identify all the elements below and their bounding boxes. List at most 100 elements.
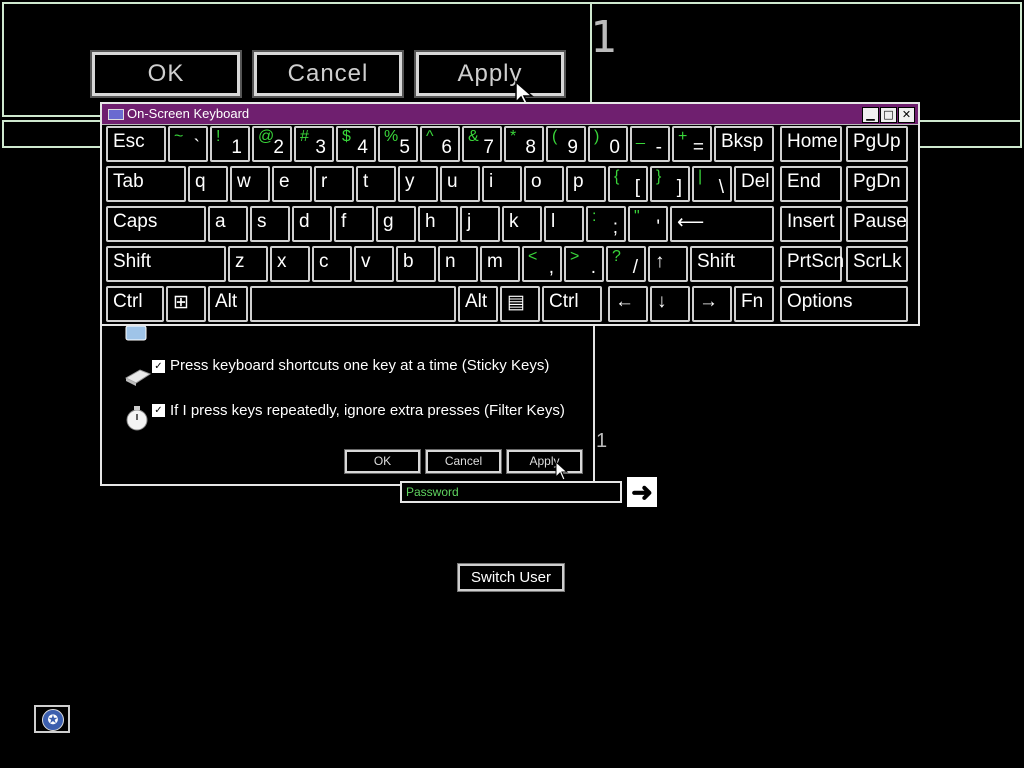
ok-button[interactable]: OK [344, 449, 421, 474]
key-label: ← [615, 291, 634, 312]
key-sym[interactable]: ↑ [648, 246, 688, 282]
key-i[interactable]: i [482, 166, 522, 202]
key-home[interactable]: Home [780, 126, 842, 162]
key-sym[interactable]: :; [586, 206, 626, 242]
key-shift[interactable]: Shift [690, 246, 774, 282]
key-6[interactable]: ^ 6 [420, 126, 460, 162]
magnified-apply-button[interactable]: Apply [414, 50, 566, 98]
key-u[interactable]: u [440, 166, 480, 202]
key-8[interactable]: * 8 [504, 126, 544, 162]
key-sym[interactable]: ⟵ [670, 206, 774, 242]
key-j[interactable]: j [460, 206, 500, 242]
key-sym[interactable]: }] [650, 166, 690, 202]
key-label: k [509, 211, 519, 232]
key-sym[interactable]: ? / [606, 246, 646, 282]
key-7[interactable]: & 7 [462, 126, 502, 162]
key-space[interactable] [250, 286, 456, 322]
key-pgdn[interactable]: PgDn [846, 166, 908, 202]
key-k[interactable]: k [502, 206, 542, 242]
key-9[interactable]: (9 [546, 126, 586, 162]
key-base-label: = [692, 137, 704, 158]
key-pgup[interactable]: PgUp [846, 126, 908, 162]
key-sym[interactable]: ~ ` [168, 126, 208, 162]
key-b[interactable]: b [396, 246, 436, 282]
key-sym[interactable]: _ - [630, 126, 670, 162]
key-sym[interactable]: >. [564, 246, 604, 282]
maximize-button[interactable]: □ [880, 107, 897, 123]
key-3[interactable]: #3 [294, 126, 334, 162]
key-shift-label: ~ [174, 128, 184, 145]
close-button[interactable]: ✕ [898, 107, 915, 123]
key-f[interactable]: f [334, 206, 374, 242]
key-l[interactable]: l [544, 206, 584, 242]
key-del[interactable]: Del [734, 166, 774, 202]
key-2[interactable]: @2 [252, 126, 292, 162]
key-sym[interactable]: ↓ [650, 286, 690, 322]
key-ctrl[interactable]: Ctrl [542, 286, 602, 322]
key-n[interactable]: n [438, 246, 478, 282]
key-1[interactable]: ! 1 [210, 126, 250, 162]
key-y[interactable]: y [398, 166, 438, 202]
key-sym[interactable]: ▤ [500, 286, 540, 322]
key-sym[interactable]: + = [672, 126, 712, 162]
magnified-cancel-button[interactable]: Cancel [252, 50, 404, 98]
key-m[interactable]: m [480, 246, 520, 282]
key-sym[interactable]: " ' [628, 206, 668, 242]
key-g[interactable]: g [376, 206, 416, 242]
minimize-button[interactable]: ▁ [862, 107, 879, 123]
key-caps[interactable]: Caps [106, 206, 206, 242]
key-label: Shift [113, 251, 152, 272]
key-sym[interactable]: <, [522, 246, 562, 282]
key-s[interactable]: s [250, 206, 290, 242]
key-bksp[interactable]: Bksp [714, 126, 774, 162]
key-alt[interactable]: Alt [458, 286, 498, 322]
key-fn[interactable]: Fn [734, 286, 774, 322]
key-a[interactable]: a [208, 206, 248, 242]
key-t[interactable]: t [356, 166, 396, 202]
magnified-ok-button[interactable]: OK [90, 50, 242, 98]
key-shift[interactable]: Shift [106, 246, 226, 282]
key-0[interactable]: ) 0 [588, 126, 628, 162]
key-sym[interactable]: | \ [692, 166, 732, 202]
key-z[interactable]: z [228, 246, 268, 282]
key-c[interactable]: c [312, 246, 352, 282]
password-input[interactable] [402, 483, 620, 501]
key-w[interactable]: w [230, 166, 270, 202]
filter-keys-checkbox[interactable]: ✓ [152, 404, 165, 417]
key-v[interactable]: v [354, 246, 394, 282]
key-r[interactable]: r [314, 166, 354, 202]
key-5[interactable]: % 5 [378, 126, 418, 162]
key-h[interactable]: h [418, 206, 458, 242]
key-4[interactable]: $4 [336, 126, 376, 162]
key-alt[interactable]: Alt [208, 286, 248, 322]
key-sym[interactable]: ← [608, 286, 648, 322]
key-sym[interactable]: {[ [608, 166, 648, 202]
key-tab[interactable]: Tab [106, 166, 186, 202]
key-q[interactable]: q [188, 166, 228, 202]
key-e[interactable]: e [272, 166, 312, 202]
key-o[interactable]: o [524, 166, 564, 202]
key-pause[interactable]: Pause [846, 206, 908, 242]
ease-of-access-button[interactable]: ✪ [34, 705, 70, 733]
osk-title-bar[interactable]: On-Screen Keyboard ▁ □ ✕ [102, 104, 918, 125]
submit-arrow-button[interactable]: ➜ [627, 477, 657, 507]
key-base-label: ; [612, 217, 618, 238]
cancel-button[interactable]: Cancel [425, 449, 502, 474]
key-scrlk[interactable]: ScrLk [846, 246, 908, 282]
switch-user-button[interactable]: Switch User [457, 563, 565, 592]
apply-button[interactable]: Apply [506, 449, 583, 474]
key-end[interactable]: End [780, 166, 842, 202]
key-d[interactable]: d [292, 206, 332, 242]
key-options[interactable]: Options [780, 286, 908, 322]
key-p[interactable]: p [566, 166, 606, 202]
sticky-keys-checkbox[interactable]: ✓ [152, 360, 165, 373]
key-x[interactable]: x [270, 246, 310, 282]
key-shift-label: { [614, 168, 620, 185]
key-sym[interactable]: ⊞ [166, 286, 206, 322]
key-label: ↓ [657, 291, 667, 312]
key-prtscn[interactable]: PrtScn [780, 246, 844, 282]
key-esc[interactable]: Esc [106, 126, 166, 162]
key-sym[interactable]: → [692, 286, 732, 322]
key-ctrl[interactable]: Ctrl [106, 286, 164, 322]
key-insert[interactable]: Insert [780, 206, 842, 242]
